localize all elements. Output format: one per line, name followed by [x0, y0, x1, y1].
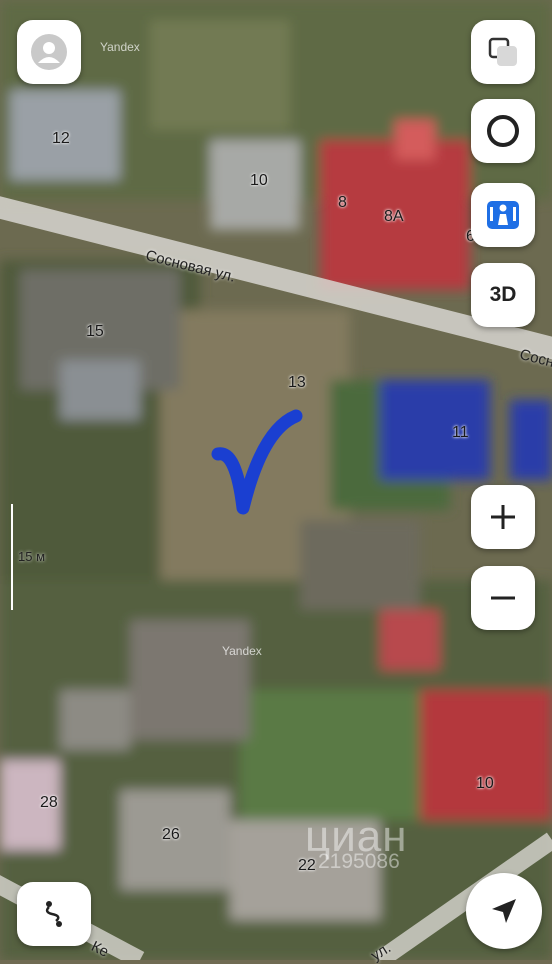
- minus-icon: [488, 583, 518, 613]
- 3d-button[interactable]: 3D: [471, 263, 535, 327]
- house-number: 28: [40, 794, 58, 811]
- house-number: 8А: [384, 208, 404, 225]
- route-icon: [38, 898, 70, 930]
- 3d-label: 3D: [489, 283, 517, 306]
- house-number: 11: [452, 424, 469, 441]
- zoom-out-button[interactable]: [471, 566, 535, 630]
- house-number: 10: [250, 172, 268, 189]
- yandex-watermark: Yandex: [100, 40, 140, 54]
- profile-button[interactable]: [17, 20, 81, 84]
- cian-listing-id: 2195086: [318, 850, 400, 873]
- route-button[interactable]: [17, 882, 91, 946]
- panorama-button[interactable]: [471, 183, 535, 247]
- panorama-icon: [483, 195, 523, 235]
- house-number: 10: [476, 775, 494, 792]
- user-icon: [30, 33, 68, 71]
- yandex-watermark: Yandex: [222, 644, 262, 658]
- assistant-ring-icon: [483, 111, 523, 151]
- plus-icon: [488, 502, 518, 532]
- house-number: 12: [52, 130, 70, 147]
- layers-icon: [486, 35, 520, 69]
- scale-label: 15 м: [18, 549, 46, 564]
- house-number: 8: [338, 194, 347, 211]
- scale-bar: [11, 504, 13, 610]
- house-number: 26: [162, 826, 180, 843]
- layers-button[interactable]: [471, 20, 535, 84]
- my-location-button[interactable]: [466, 873, 542, 949]
- satellite-map[interactable]: [0, 0, 552, 960]
- voice-assistant-button[interactable]: [471, 99, 535, 163]
- zoom-in-button[interactable]: [471, 485, 535, 549]
- navigation-arrow-icon: [488, 895, 520, 927]
- house-number: 15: [86, 323, 104, 340]
- house-number: 13: [288, 374, 306, 391]
